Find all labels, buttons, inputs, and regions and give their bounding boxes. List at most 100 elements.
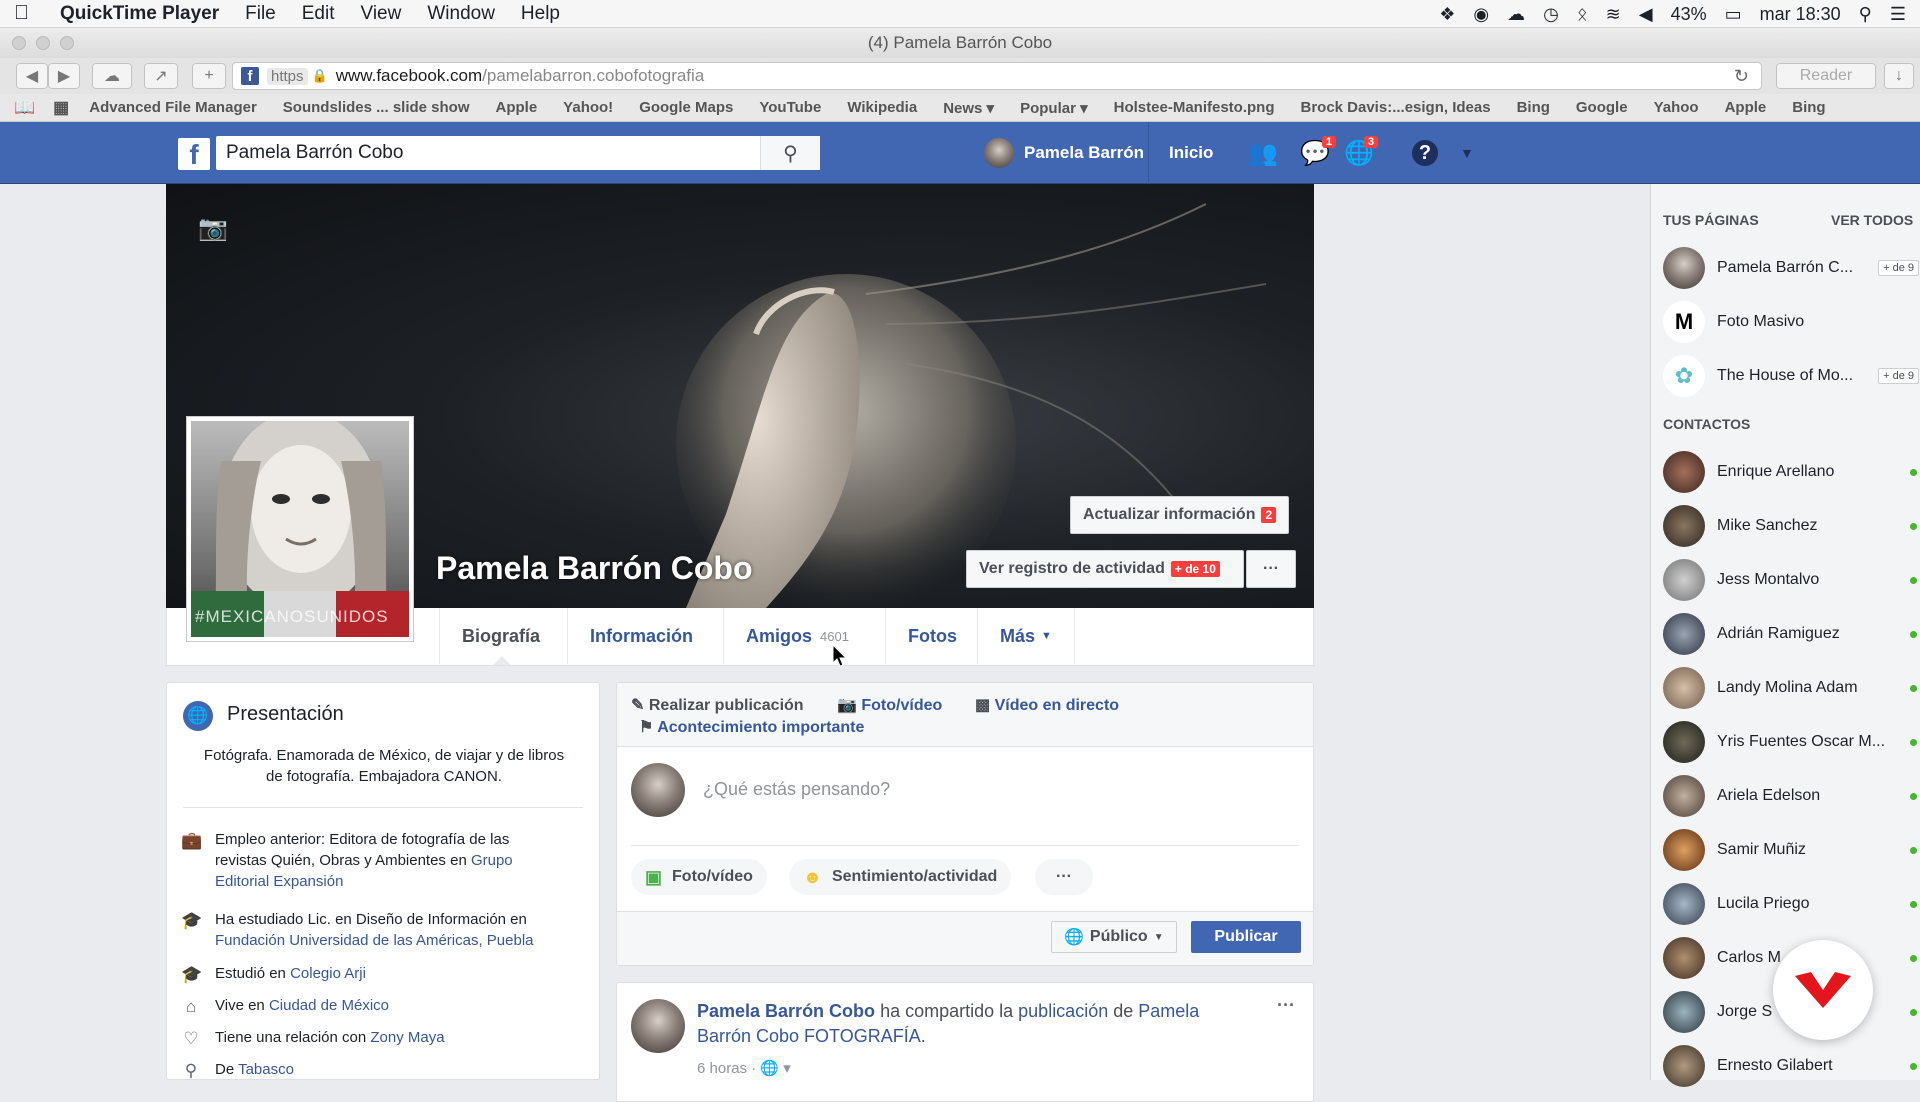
battery-icon[interactable]: ▭ bbox=[1725, 4, 1742, 25]
bookmark-yahoo-2[interactable]: Yahoo bbox=[1654, 99, 1699, 116]
bookmark-google-maps[interactable]: Google Maps bbox=[639, 99, 733, 116]
page-item-pamela-barron[interactable]: Pamela Barrón C... + de 9 bbox=[1663, 246, 1920, 290]
menu-help[interactable]: Help bbox=[521, 3, 560, 25]
menu-file[interactable]: File bbox=[245, 3, 276, 25]
contact-item[interactable]: Ernesto Gilabert bbox=[1663, 1044, 1920, 1088]
study-link[interactable]: Fundación Universidad de las Américas, P… bbox=[215, 932, 534, 949]
bookmark-apple-2[interactable]: Apple bbox=[1725, 99, 1767, 116]
apple-menu-icon[interactable]:  bbox=[14, 2, 44, 25]
help-icon[interactable]: ? bbox=[1412, 122, 1438, 184]
photo-video-tab[interactable]: 📷 Foto/vídeo bbox=[837, 695, 942, 715]
page-item-house-of-mo[interactable]: ✿ The House of Mo... + de 9 bbox=[1663, 354, 1920, 398]
update-cover-camera-icon[interactable]: 📷 bbox=[198, 214, 228, 243]
bookmark-advanced-file-manager[interactable]: Advanced File Manager bbox=[89, 99, 257, 116]
minimize-window-button[interactable] bbox=[36, 36, 50, 50]
tab-friends[interactable]: Amigos 4601 bbox=[723, 608, 871, 664]
contact-item[interactable]: Samir Muñiz bbox=[1663, 828, 1920, 872]
back-button[interactable]: ◀ bbox=[16, 63, 48, 89]
reader-button[interactable]: Reader bbox=[1776, 63, 1876, 89]
bookmark-wikipedia[interactable]: Wikipedia bbox=[847, 99, 917, 116]
tab-more[interactable]: Más ▼ bbox=[977, 608, 1075, 664]
facebook-logo-icon[interactable]: f bbox=[178, 138, 210, 170]
contact-item[interactable]: Landy Molina Adam bbox=[1663, 666, 1920, 710]
bookmark-bing-2[interactable]: Bing bbox=[1792, 99, 1825, 116]
lives-link[interactable]: Ciudad de México bbox=[269, 997, 389, 1014]
create-post-tab[interactable]: ✎ Realizar publicación bbox=[631, 695, 804, 715]
post-time[interactable]: 6 horas · bbox=[697, 1060, 756, 1077]
profile-shortcut[interactable]: Pamela Barrón bbox=[984, 122, 1144, 184]
bookmark-yahoo[interactable]: Yahoo! bbox=[563, 99, 613, 116]
zoom-window-button[interactable] bbox=[60, 36, 74, 50]
search-button[interactable]: ⚲ bbox=[760, 136, 820, 170]
profile-more-options-button[interactable]: ··· bbox=[1246, 550, 1296, 588]
feeling-activity-pill[interactable]: ☻ Sentimiento/actividad bbox=[789, 859, 1012, 895]
new-tab-button[interactable]: + bbox=[192, 63, 226, 89]
contact-item[interactable]: Yris Fuentes Oscar M... bbox=[1663, 720, 1920, 764]
friend-requests-icon[interactable]: 👥 bbox=[1248, 122, 1278, 184]
reload-icon[interactable]: ↻ bbox=[1734, 66, 1749, 87]
top-sites-grid-icon[interactable]: ▦ bbox=[53, 98, 69, 118]
record-icon[interactable]: ◉ bbox=[1473, 4, 1489, 25]
update-info-button[interactable]: Actualizar información 2 bbox=[1070, 496, 1290, 534]
photo-video-pill[interactable]: ▣ Foto/vídeo bbox=[631, 859, 767, 895]
page-item-foto-masivo[interactable]: M Foto Masivo bbox=[1663, 300, 1920, 344]
account-menu-caret-icon[interactable]: ▼ bbox=[1460, 122, 1474, 184]
bookmark-holstee-manifesto[interactable]: Holstee-Manifesto.png bbox=[1114, 99, 1275, 116]
post-publication-link[interactable]: publicación bbox=[1018, 1001, 1108, 1021]
live-video-tab[interactable]: ▩ Vídeo en directo bbox=[975, 695, 1119, 715]
home-link[interactable]: Inicio bbox=[1148, 122, 1213, 184]
composer-input[interactable]: ¿Qué estás pensando? bbox=[703, 779, 890, 800]
school-link[interactable]: Colegio Arji bbox=[290, 965, 366, 982]
notification-center-icon[interactable]: ☰ bbox=[1890, 4, 1906, 25]
bookmark-apple[interactable]: Apple bbox=[496, 99, 538, 116]
app-menu-quicktime[interactable]: QuickTime Player bbox=[60, 3, 219, 25]
post-author-link[interactable]: Pamela Barrón Cobo bbox=[697, 1001, 875, 1021]
reading-list-icon[interactable]: 📖 bbox=[14, 98, 35, 118]
contact-item[interactable]: Ariela Edelson bbox=[1663, 774, 1920, 818]
close-window-button[interactable] bbox=[12, 36, 26, 50]
volume-icon[interactable]: ◀ bbox=[1639, 4, 1653, 25]
menu-view[interactable]: View bbox=[361, 3, 402, 25]
time-machine-icon[interactable]: ◷ bbox=[1543, 4, 1559, 25]
contact-item[interactable]: Lucila Priego bbox=[1663, 882, 1920, 926]
privacy-globe-icon[interactable]: 🌐 ▾ bbox=[760, 1060, 790, 1077]
dropbox-icon[interactable]: ❖ bbox=[1439, 4, 1455, 25]
publish-button[interactable]: Publicar bbox=[1191, 921, 1301, 953]
post-options-button[interactable]: ··· bbox=[1277, 995, 1295, 1016]
see-all-pages-link[interactable]: VER TODOS bbox=[1831, 212, 1913, 228]
from-link[interactable]: Tabasco bbox=[238, 1061, 294, 1078]
bookmark-soundslides[interactable]: Soundslides ... slide show bbox=[283, 99, 470, 116]
bookmark-bing[interactable]: Bing bbox=[1517, 99, 1550, 116]
bookmark-folder-popular[interactable]: Popular ▾ bbox=[1020, 99, 1088, 117]
bookmark-folder-news[interactable]: News ▾ bbox=[943, 99, 994, 117]
contact-item[interactable]: Enrique Arellano bbox=[1663, 450, 1920, 494]
facebook-search-input[interactable]: Pamela Barrón Cobo ⚲ bbox=[216, 136, 820, 170]
activity-log-button[interactable]: Ver registro de actividad + de 10 bbox=[966, 550, 1244, 588]
icloud-tabs-button[interactable]: ☁ bbox=[92, 63, 132, 89]
clock[interactable]: mar 18:30 bbox=[1760, 4, 1841, 25]
forward-button[interactable]: ▶ bbox=[48, 63, 80, 89]
contact-item[interactable]: Mike Sanchez bbox=[1663, 504, 1920, 548]
address-bar[interactable]: f https 🔒 www.facebook.com /pamelabarron… bbox=[232, 62, 1762, 90]
bookmark-google[interactable]: Google bbox=[1576, 99, 1628, 116]
composer-more-pill[interactable]: ··· bbox=[1035, 859, 1093, 895]
notifications-globe-icon[interactable]: 🌐 bbox=[1344, 122, 1374, 184]
creative-cloud-icon[interactable]: ☁ bbox=[1507, 4, 1525, 25]
share-button[interactable]: ↗ bbox=[144, 63, 178, 89]
menu-edit[interactable]: Edit bbox=[302, 3, 335, 25]
relationship-link[interactable]: Zony Maya bbox=[370, 1029, 444, 1046]
wifi-icon[interactable]: ≋ bbox=[1606, 4, 1621, 25]
spotlight-search-icon[interactable]: ⚲ bbox=[1859, 4, 1872, 25]
profile-picture[interactable]: #MEXICANOSUNIDOS bbox=[186, 416, 414, 642]
bluetooth-icon[interactable]: ᛟ bbox=[1577, 4, 1588, 25]
downloads-button[interactable]: ↓ bbox=[1884, 63, 1914, 89]
messages-icon[interactable]: 💬 bbox=[1300, 122, 1330, 184]
tab-information[interactable]: Información bbox=[567, 608, 715, 664]
bookmark-youtube[interactable]: YouTube bbox=[759, 99, 821, 116]
audience-selector[interactable]: 🌐 Público ▼ bbox=[1051, 921, 1177, 953]
contact-item[interactable]: Adrián Ramiguez bbox=[1663, 612, 1920, 656]
menu-window[interactable]: Window bbox=[427, 3, 495, 25]
floating-logo-button[interactable] bbox=[1773, 940, 1873, 1040]
battery-percent[interactable]: 43% bbox=[1671, 4, 1707, 25]
tab-photos[interactable]: Fotos bbox=[885, 608, 979, 664]
